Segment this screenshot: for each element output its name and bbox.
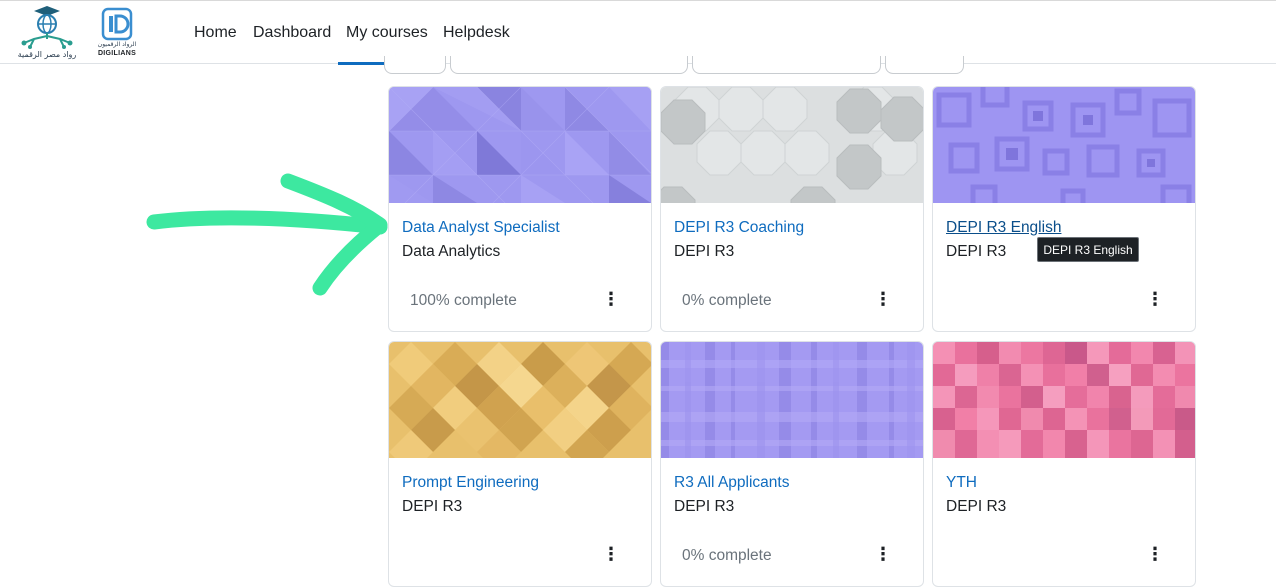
course-card[interactable]: Data Analyst Specialist Data Analytics 1…: [388, 86, 652, 332]
annotation-arrow-icon: [146, 173, 388, 296]
course-card[interactable]: YTH DEPI R3 ⋮: [932, 341, 1196, 587]
course-pattern-mosaic: [933, 342, 1195, 458]
course-image[interactable]: [389, 342, 651, 458]
kebab-menu-icon[interactable]: ⋮: [873, 545, 893, 565]
course-title-link[interactable]: DEPI R3 English: [946, 219, 1061, 237]
course-image[interactable]: [661, 87, 923, 203]
course-pattern-octagons: [661, 87, 923, 203]
course-image[interactable]: [661, 342, 923, 458]
course-pattern-plaid: [661, 342, 923, 458]
course-category: DEPI R3: [402, 498, 463, 515]
filter-dropdown-grouping[interactable]: [384, 56, 446, 74]
course-category: DEPI R3: [674, 243, 735, 260]
logo-right-arabic: الرواد الرقميون: [97, 41, 137, 48]
course-title-tooltip: DEPI R3 English: [1037, 237, 1139, 262]
nav-my-courses[interactable]: My courses: [338, 1, 436, 65]
filter-sort-dropdown[interactable]: [692, 56, 881, 74]
kebab-menu-icon[interactable]: ⋮: [1145, 545, 1165, 565]
course-image[interactable]: [389, 87, 651, 203]
course-progress: 0% complete: [682, 292, 772, 309]
course-progress: 100% complete: [410, 292, 517, 309]
top-navbar: رواد مصر الرقمية الرواد الرقميون DIGILIA…: [0, 0, 1276, 65]
course-card[interactable]: DEPI R3 Coaching DEPI R3 0% complete ⋮: [660, 86, 924, 332]
filter-view-dropdown[interactable]: [885, 56, 964, 74]
digilians-logo[interactable]: الرواد الرقميون DIGILIANS: [94, 7, 140, 59]
kebab-menu-icon[interactable]: ⋮: [601, 545, 621, 565]
rowad-misr-logo[interactable]: رواد مصر الرقمية: [14, 5, 80, 61]
course-card[interactable]: DEPI R3 English DEPI R3 ⋮: [932, 86, 1196, 332]
filter-search-field[interactable]: [450, 56, 688, 74]
logo-left-caption: رواد مصر الرقمية: [17, 50, 77, 59]
course-image[interactable]: [933, 87, 1195, 203]
logo-right-english: DIGILIANS: [97, 50, 137, 57]
nav-home[interactable]: Home: [194, 1, 237, 64]
course-image[interactable]: [933, 342, 1195, 458]
kebab-menu-icon[interactable]: ⋮: [873, 290, 893, 310]
nav-dashboard[interactable]: Dashboard: [253, 1, 331, 64]
course-category: DEPI R3: [946, 243, 1007, 260]
course-title-link[interactable]: Data Analyst Specialist: [402, 219, 560, 237]
kebab-menu-icon[interactable]: ⋮: [1145, 290, 1165, 310]
digilians-mark-icon: [101, 7, 133, 41]
course-title-link[interactable]: DEPI R3 Coaching: [674, 219, 804, 237]
course-progress: 0% complete: [682, 547, 772, 564]
course-pattern-squares: [933, 87, 1195, 203]
course-title-link[interactable]: R3 All Applicants: [674, 474, 789, 492]
kebab-menu-icon[interactable]: ⋮: [601, 290, 621, 310]
nav-helpdesk[interactable]: Helpdesk: [443, 1, 510, 64]
course-card[interactable]: Prompt Engineering DEPI R3 ⋮: [388, 341, 652, 587]
course-pattern-triangles: [389, 87, 651, 203]
course-pattern-diamonds: [389, 342, 651, 458]
course-title-link[interactable]: Prompt Engineering: [402, 474, 539, 492]
course-category: Data Analytics: [402, 243, 501, 260]
globe-logo-icon: [21, 6, 73, 49]
course-category: DEPI R3: [946, 498, 1007, 515]
course-category: DEPI R3: [674, 498, 735, 515]
course-title-link[interactable]: YTH: [946, 474, 977, 492]
course-card[interactable]: R3 All Applicants DEPI R3 0% complete ⋮: [660, 341, 924, 587]
